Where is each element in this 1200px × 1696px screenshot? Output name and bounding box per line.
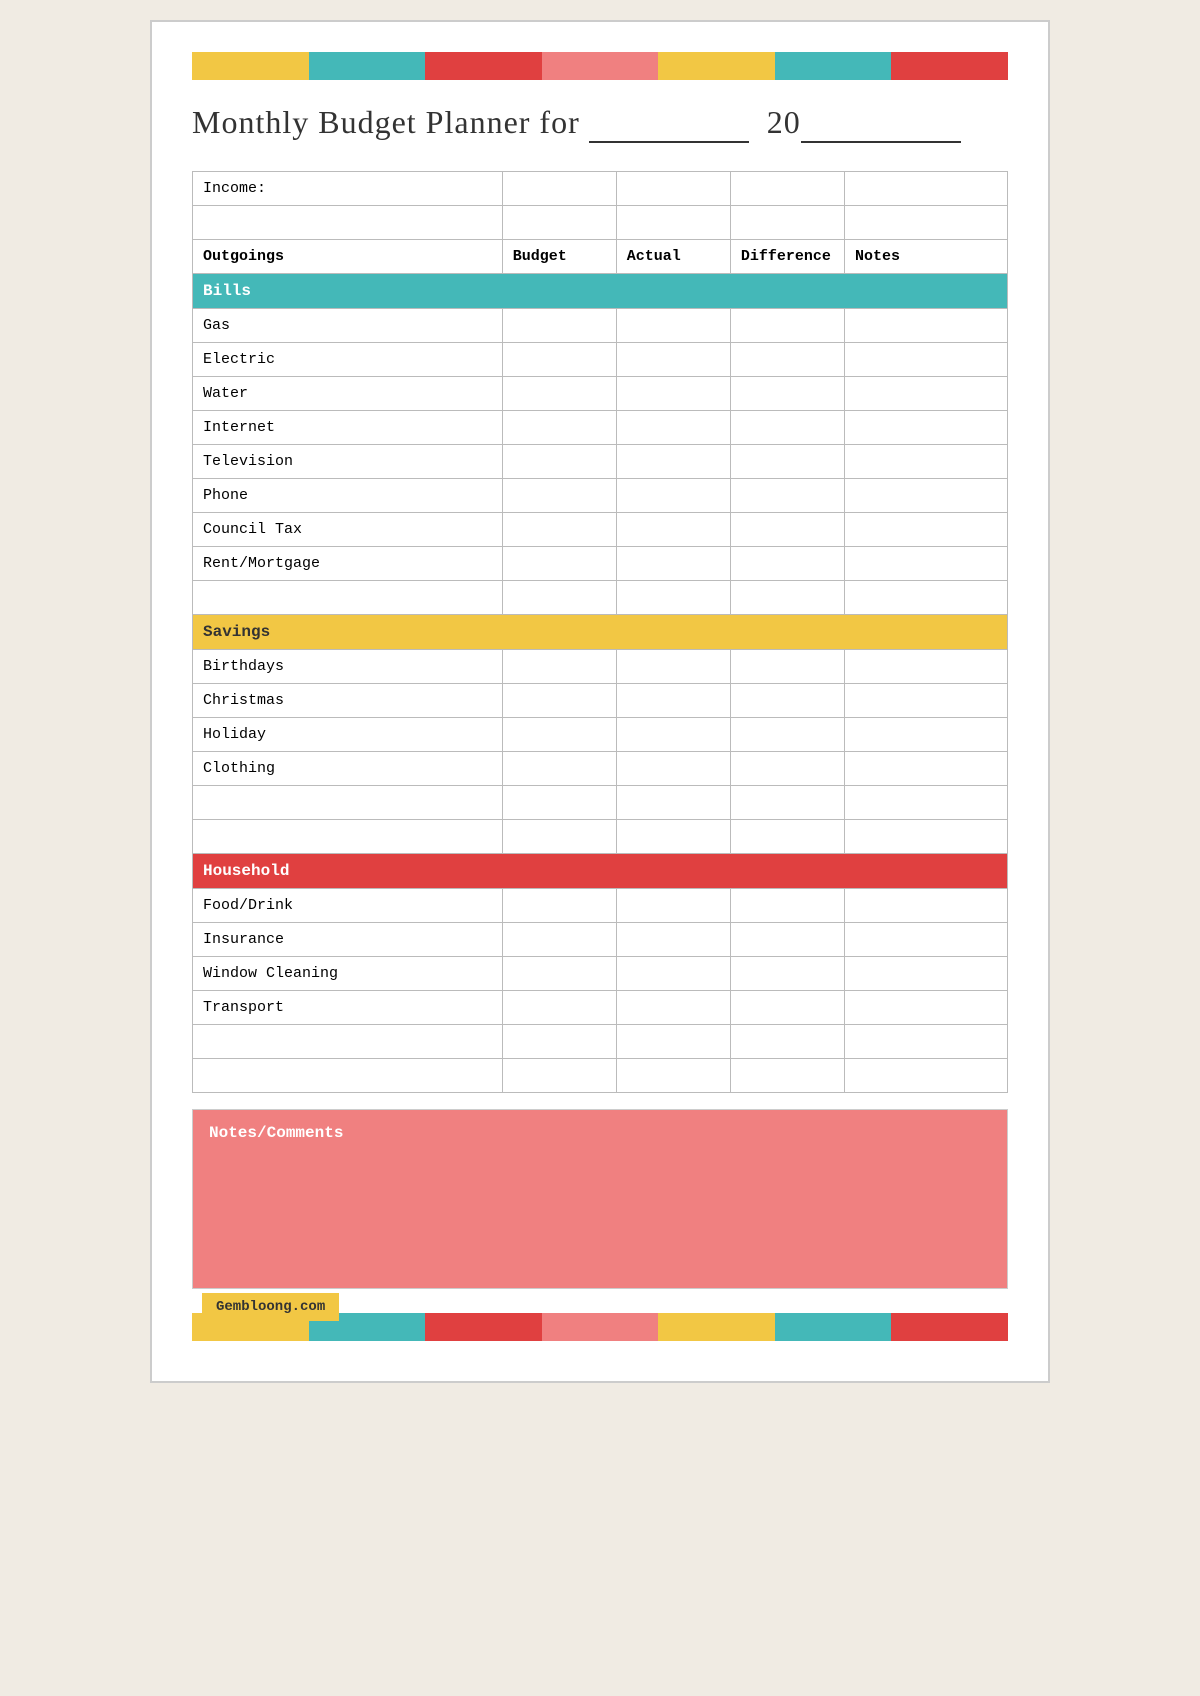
page-container: Monthly Budget Planner for 20 Income: <box>150 20 1050 1383</box>
bills-section-header: Bills <box>193 274 1008 309</box>
income-label: Income: <box>193 172 503 206</box>
table-row: Phone <box>193 479 1008 513</box>
item-rent-mortgage: Rent/Mortgage <box>193 547 503 581</box>
bar-seg-3 <box>425 52 542 80</box>
table-row: Clothing <box>193 752 1008 786</box>
item-insurance: Insurance <box>193 923 503 957</box>
bar-seg-6 <box>775 52 892 80</box>
item-internet: Internet <box>193 411 503 445</box>
title-blank-year <box>801 104 961 143</box>
item-birthdays: Birthdays <box>193 650 503 684</box>
empty-row-3 <box>193 786 1008 820</box>
table-row: Transport <box>193 991 1008 1025</box>
budget-table: Income: Outgoings Budget Actual Differen… <box>192 171 1008 1093</box>
table-row: Internet <box>193 411 1008 445</box>
bar-seg-7 <box>891 52 1008 80</box>
item-water: Water <box>193 377 503 411</box>
col-budget: Budget <box>502 240 616 274</box>
income-actual <box>616 172 730 206</box>
item-transport: Transport <box>193 991 503 1025</box>
notes-section: Notes/Comments <box>192 1109 1008 1289</box>
empty-row-4 <box>193 820 1008 854</box>
item-council-tax: Council Tax <box>193 513 503 547</box>
empty-row-1 <box>193 206 1008 240</box>
table-row: Window Cleaning <box>193 957 1008 991</box>
savings-section-header: Savings <box>193 615 1008 650</box>
item-holiday: Holiday <box>193 718 503 752</box>
table-row: Television <box>193 445 1008 479</box>
top-color-bar <box>192 52 1008 80</box>
empty-row-2 <box>193 581 1008 615</box>
item-television: Television <box>193 445 503 479</box>
table-row: Rent/Mortgage <box>193 547 1008 581</box>
bot-bar-seg-4 <box>542 1313 659 1341</box>
savings-label: Savings <box>193 615 1008 650</box>
column-header-row: Outgoings Budget Actual Difference Notes <box>193 240 1008 274</box>
table-row: Insurance <box>193 923 1008 957</box>
bills-label: Bills <box>193 274 1008 309</box>
income-diff <box>730 172 844 206</box>
table-row: Electric <box>193 343 1008 377</box>
col-actual: Actual <box>616 240 730 274</box>
table-row: Council Tax <box>193 513 1008 547</box>
item-window-cleaning: Window Cleaning <box>193 957 503 991</box>
household-label: Household <box>193 854 1008 889</box>
item-electric: Electric <box>193 343 503 377</box>
page-title: Monthly Budget Planner for 20 <box>192 104 1008 143</box>
item-food-drink: Food/Drink <box>193 889 503 923</box>
table-row: Gas <box>193 309 1008 343</box>
title-blank-month <box>589 104 749 143</box>
bar-seg-1 <box>192 52 309 80</box>
bar-seg-4 <box>542 52 659 80</box>
empty-row-6 <box>193 1059 1008 1093</box>
col-notes: Notes <box>844 240 1007 274</box>
col-difference: Difference <box>730 240 844 274</box>
bot-bar-seg-6 <box>775 1313 892 1341</box>
item-phone: Phone <box>193 479 503 513</box>
bar-seg-5 <box>658 52 775 80</box>
table-row: Food/Drink <box>193 889 1008 923</box>
item-gas: Gas <box>193 309 503 343</box>
income-row: Income: <box>193 172 1008 206</box>
bar-seg-2 <box>309 52 426 80</box>
table-row: Water <box>193 377 1008 411</box>
table-row: Holiday <box>193 718 1008 752</box>
empty-row-5 <box>193 1025 1008 1059</box>
bot-bar-seg-3 <box>425 1313 542 1341</box>
watermark: Gembloong.com <box>202 1293 339 1321</box>
col-outgoings: Outgoings <box>193 240 503 274</box>
notes-title: Notes/Comments <box>209 1124 991 1142</box>
bot-bar-seg-5 <box>658 1313 775 1341</box>
table-row: Birthdays <box>193 650 1008 684</box>
item-christmas: Christmas <box>193 684 503 718</box>
bot-bar-seg-7 <box>891 1313 1008 1341</box>
income-budget <box>502 172 616 206</box>
household-section-header: Household <box>193 854 1008 889</box>
table-row: Christmas <box>193 684 1008 718</box>
income-notes <box>844 172 1007 206</box>
item-clothing: Clothing <box>193 752 503 786</box>
